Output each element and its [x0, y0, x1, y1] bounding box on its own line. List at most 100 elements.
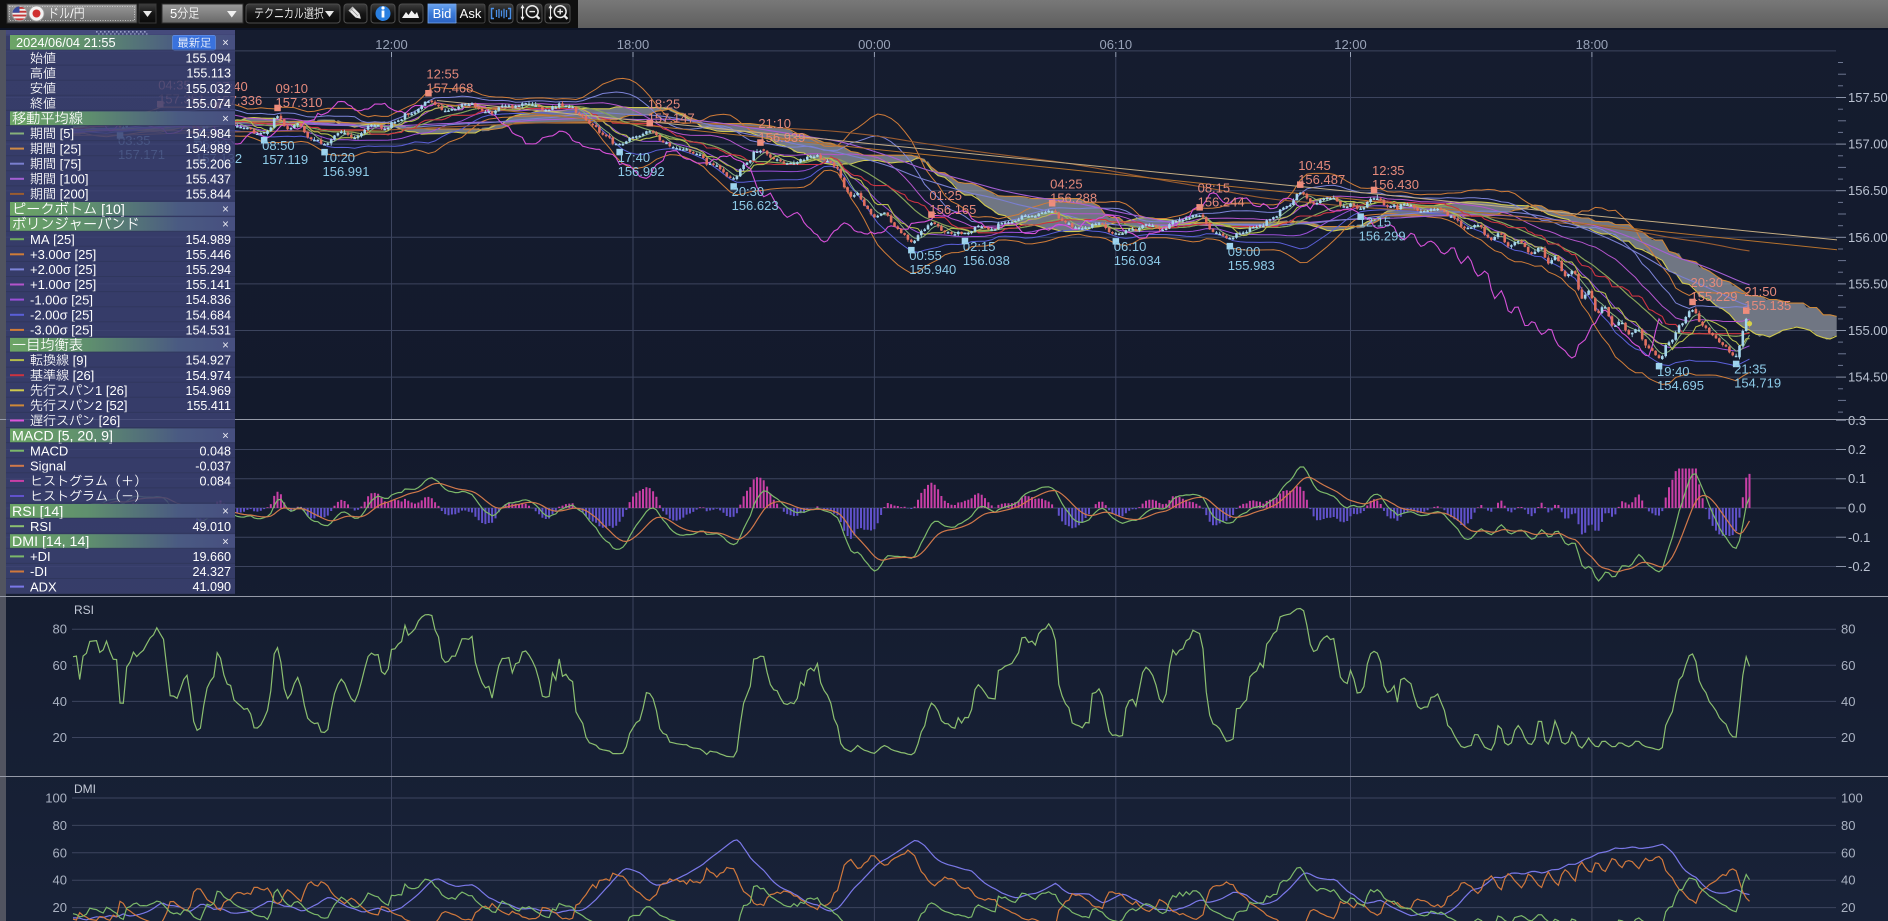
svg-text:04:25: 04:25 — [1050, 177, 1083, 192]
svg-text:156.165: 156.165 — [929, 202, 976, 217]
svg-text:0.084: 0.084 — [199, 475, 231, 489]
svg-text:2024/06/04 21:55: 2024/06/04 21:55 — [16, 35, 116, 50]
svg-text:+2.00σ [25]: +2.00σ [25] — [30, 262, 96, 277]
svg-text:RSI: RSI — [74, 603, 94, 617]
svg-text:80: 80 — [53, 622, 67, 637]
svg-text:×: × — [222, 219, 229, 231]
svg-text:[25]: [25] — [56, 141, 81, 156]
svg-text:00:00: 00:00 — [858, 37, 891, 52]
svg-text:156.299: 156.299 — [1359, 228, 1406, 243]
svg-text:ADX: ADX — [30, 579, 57, 594]
svg-text:155.844: 155.844 — [185, 188, 231, 202]
svg-text:155.294: 155.294 — [185, 263, 231, 277]
svg-text:156.487: 156.487 — [1298, 172, 1345, 187]
svg-text:-1.00σ [25]: -1.00σ [25] — [30, 292, 93, 307]
svg-text:06:10: 06:10 — [1100, 37, 1133, 52]
svg-text:155.983: 155.983 — [1228, 258, 1275, 273]
svg-text:156.939: 156.939 — [758, 130, 805, 145]
svg-text:21:10: 21:10 — [758, 116, 791, 131]
svg-text:60: 60 — [53, 845, 67, 860]
svg-text:[26]: [26] — [95, 413, 120, 428]
svg-text:155.074: 155.074 — [185, 97, 231, 111]
svg-text:[100]: [100] — [56, 172, 89, 187]
svg-text:×: × — [222, 431, 229, 443]
svg-text:/: / — [70, 6, 74, 21]
svg-text:20:30: 20:30 — [732, 184, 765, 199]
svg-text:+DI: +DI — [30, 549, 51, 564]
svg-text:155.141: 155.141 — [185, 278, 231, 292]
svg-text:24.327: 24.327 — [192, 565, 231, 579]
svg-text:154.531: 154.531 — [185, 324, 231, 338]
svg-text:154.719: 154.719 — [1734, 376, 1781, 391]
svg-text:18:25: 18:25 — [648, 96, 681, 111]
svg-text:10:45: 10:45 — [1298, 158, 1331, 173]
svg-text:19:40: 19:40 — [1657, 364, 1690, 379]
svg-text:155.032: 155.032 — [185, 82, 231, 96]
svg-text:-2.00σ [25]: -2.00σ [25] — [30, 307, 93, 322]
svg-text:20: 20 — [1841, 730, 1855, 745]
svg-text:155.446: 155.446 — [185, 248, 231, 262]
svg-text:-0.1: -0.1 — [1848, 530, 1870, 545]
svg-text:0.0: 0.0 — [1848, 501, 1866, 516]
svg-text:157.119: 157.119 — [262, 152, 308, 167]
svg-text:155.206: 155.206 — [185, 157, 231, 171]
svg-text:[200]: [200] — [56, 187, 89, 202]
svg-text:155.135: 155.135 — [1744, 298, 1791, 313]
svg-text:154.984: 154.984 — [185, 127, 231, 141]
svg-text:06:10: 06:10 — [1114, 239, 1147, 254]
svg-text:[26]: [26] — [69, 368, 94, 383]
svg-text:156.991: 156.991 — [323, 164, 370, 179]
svg-text:49.010: 49.010 — [192, 520, 231, 534]
svg-text:×: × — [222, 204, 229, 216]
svg-text:21:35: 21:35 — [1734, 362, 1767, 377]
svg-text:[9]: [9] — [69, 353, 87, 368]
svg-text:20: 20 — [1841, 900, 1855, 915]
svg-text:09:00: 09:00 — [1228, 244, 1261, 259]
svg-text:155.940: 155.940 — [909, 262, 956, 277]
svg-text:156.50: 156.50 — [1848, 183, 1888, 198]
svg-text:155.113: 155.113 — [186, 67, 231, 81]
svg-text:0.3: 0.3 — [1848, 413, 1866, 428]
svg-text:Bid: Bid — [433, 6, 452, 21]
svg-text:154.50: 154.50 — [1848, 370, 1888, 385]
svg-text:12:35: 12:35 — [1372, 163, 1405, 178]
svg-text:17:40: 17:40 — [618, 150, 651, 165]
svg-text:80: 80 — [1841, 622, 1855, 637]
svg-text:154.836: 154.836 — [185, 293, 231, 307]
svg-text:×: × — [222, 38, 229, 50]
svg-text:155.411: 155.411 — [186, 399, 231, 413]
svg-text:[5]: [5] — [56, 126, 74, 141]
svg-text:08:50: 08:50 — [262, 138, 295, 153]
svg-text:-3.00σ [25]: -3.00σ [25] — [30, 323, 93, 338]
svg-text:×: × — [222, 340, 229, 352]
svg-text:×: × — [222, 506, 229, 518]
svg-text:156.034: 156.034 — [1114, 253, 1161, 268]
svg-text:155.00: 155.00 — [1848, 323, 1888, 338]
svg-text:0.1: 0.1 — [1848, 471, 1866, 486]
svg-text:0.048: 0.048 — [199, 444, 231, 458]
svg-text:41.090: 41.090 — [192, 580, 231, 594]
svg-text:18:00: 18:00 — [617, 37, 650, 52]
svg-text:5: 5 — [170, 6, 177, 21]
svg-text:60: 60 — [1841, 845, 1855, 860]
svg-text:MACD: MACD — [30, 443, 68, 458]
svg-text:12:55: 12:55 — [426, 67, 459, 82]
svg-text:01:25: 01:25 — [929, 188, 962, 203]
svg-text:Ask: Ask — [460, 6, 482, 21]
svg-text:0.2: 0.2 — [1848, 442, 1866, 457]
svg-text:60: 60 — [1841, 658, 1855, 673]
svg-text:12:00: 12:00 — [1334, 37, 1367, 52]
svg-text:100: 100 — [45, 791, 67, 806]
svg-text:156.992: 156.992 — [618, 164, 665, 179]
svg-text:156.038: 156.038 — [963, 253, 1010, 268]
svg-text:157.147: 157.147 — [648, 110, 695, 125]
svg-text:155.229: 155.229 — [1691, 289, 1738, 304]
svg-text:156.00: 156.00 — [1848, 230, 1888, 245]
svg-text:156.623: 156.623 — [732, 198, 779, 213]
svg-text:60: 60 — [53, 658, 67, 673]
svg-text:40: 40 — [53, 873, 67, 888]
svg-text:156.288: 156.288 — [1050, 191, 1097, 206]
svg-text:+3.00σ [25]: +3.00σ [25] — [30, 247, 96, 262]
svg-text:154.989: 154.989 — [185, 142, 231, 156]
svg-text:+1.00σ [25]: +1.00σ [25] — [30, 277, 96, 292]
